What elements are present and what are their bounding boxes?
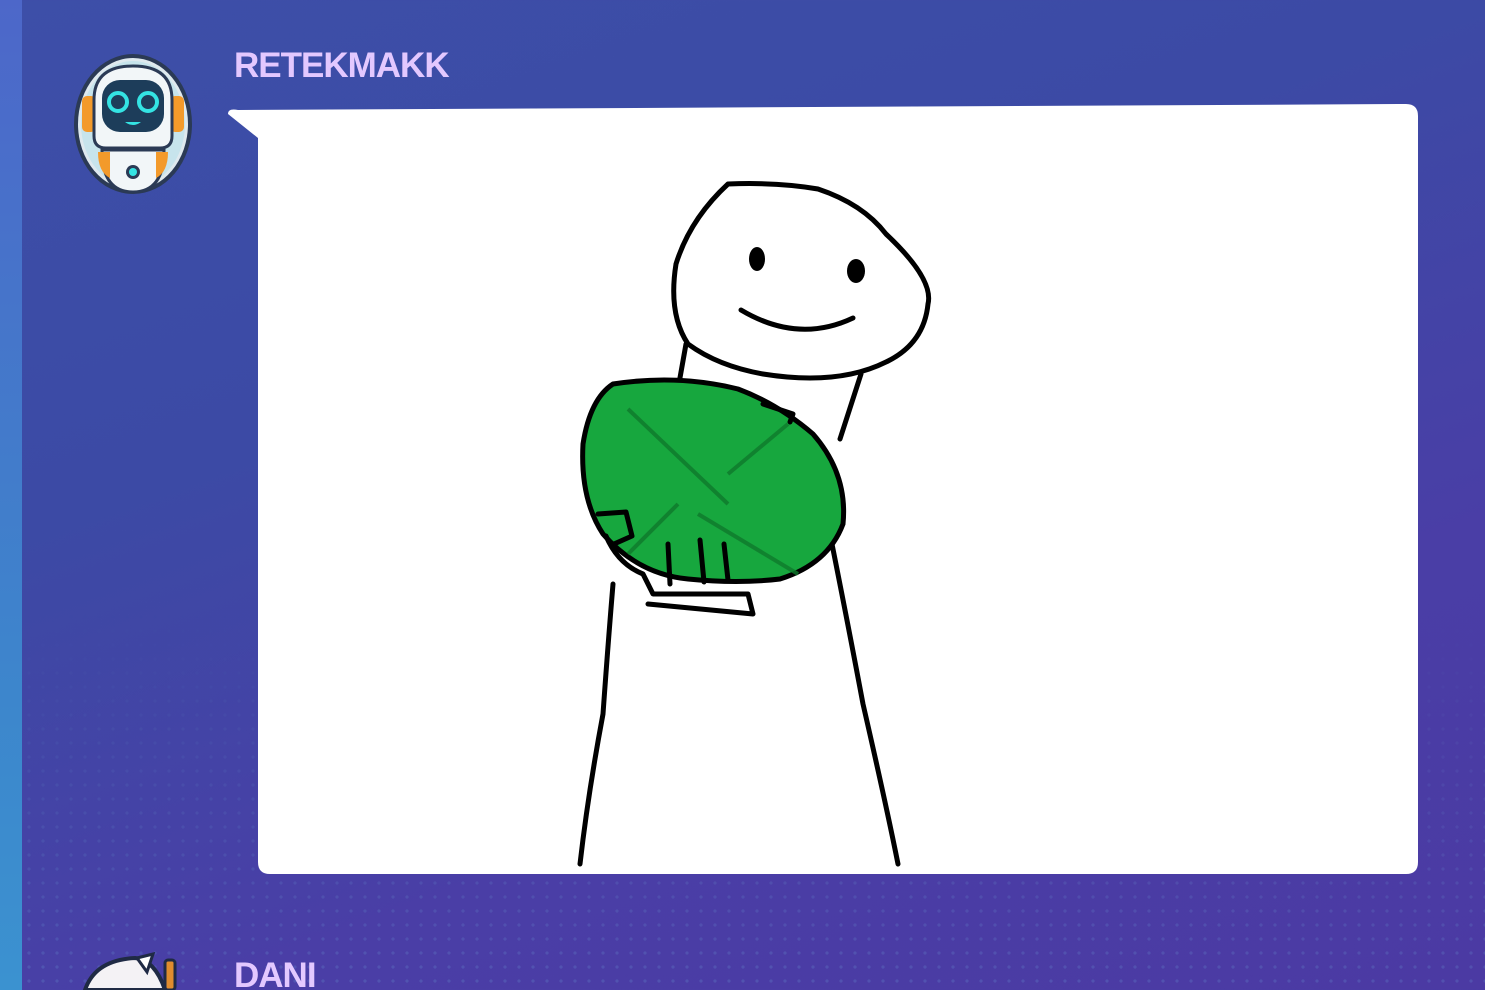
robot-avatar-icon[interactable] bbox=[72, 52, 194, 196]
left-accent-strip bbox=[0, 0, 22, 990]
drawing-attachment[interactable] bbox=[258, 104, 1418, 874]
username[interactable]: RETEKMAKK bbox=[234, 46, 450, 86]
username[interactable]: DANI bbox=[234, 956, 317, 990]
bunny-avatar-icon[interactable] bbox=[75, 950, 190, 990]
